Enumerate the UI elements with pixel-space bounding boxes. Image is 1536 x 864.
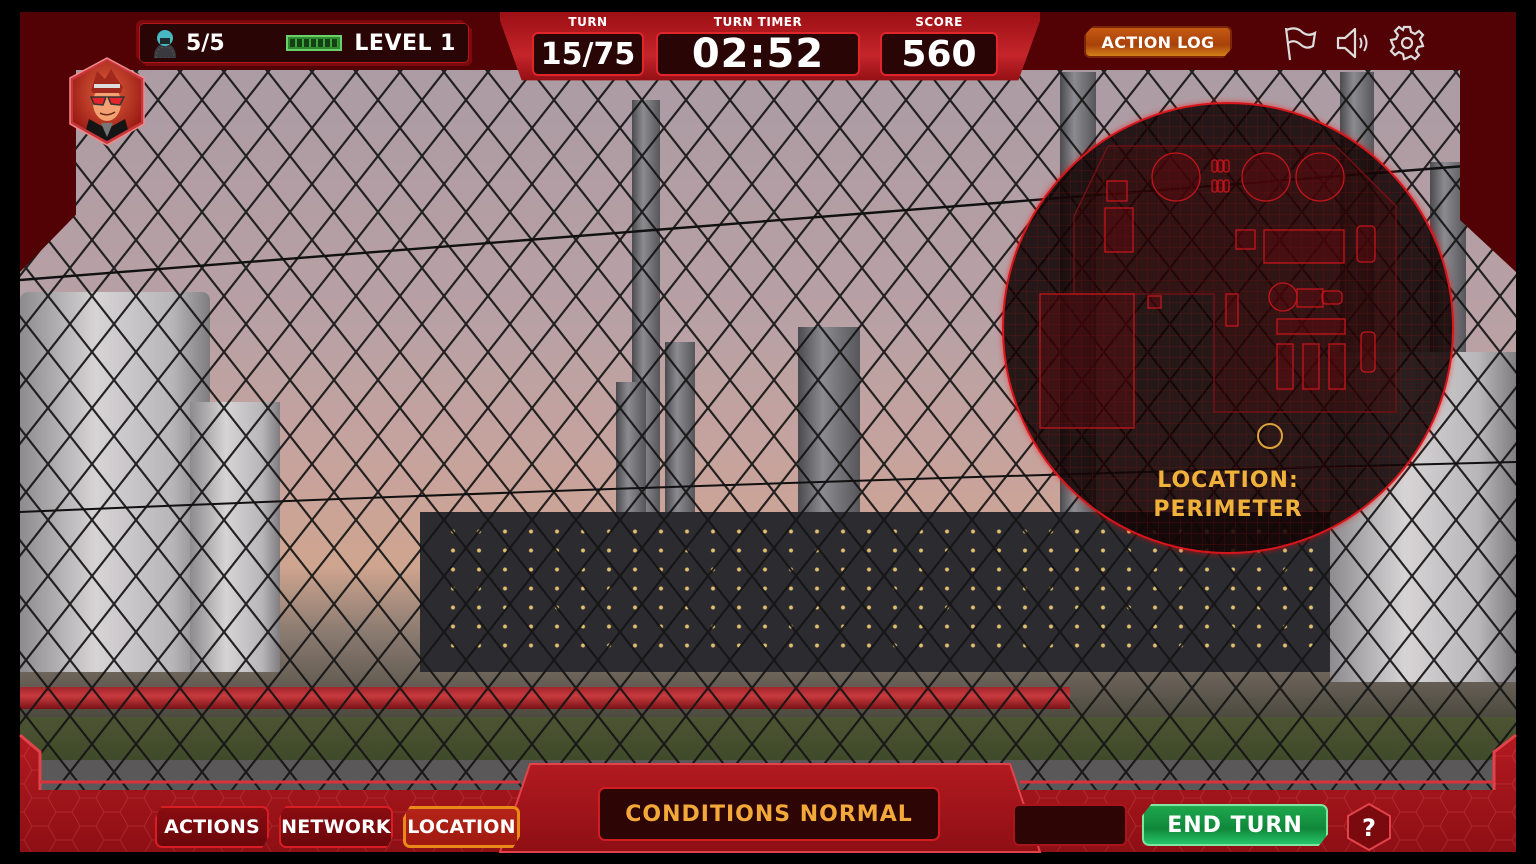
tab-network[interactable]: NETWORK bbox=[279, 806, 393, 848]
gear-icon[interactable] bbox=[1388, 24, 1426, 62]
player-location-marker bbox=[1257, 423, 1283, 449]
tank-marker bbox=[1295, 152, 1345, 202]
location-title-line2: PERIMETER bbox=[1153, 497, 1303, 522]
conditions-status: CONDITIONS NORMAL bbox=[598, 787, 940, 841]
tab-location[interactable]: LOCATION bbox=[403, 806, 520, 848]
speaker-icon[interactable] bbox=[1334, 24, 1372, 62]
room bbox=[1235, 229, 1256, 250]
tank-marker bbox=[1268, 282, 1298, 312]
agents-count: 5/5 bbox=[186, 30, 225, 56]
location-title-line1: LOCATION: bbox=[1157, 468, 1299, 493]
room bbox=[1106, 180, 1128, 202]
score-label: SCORE bbox=[915, 15, 963, 29]
room bbox=[1147, 295, 1162, 309]
location-minimap[interactable]: LOCATION: PERIMETER bbox=[1002, 102, 1454, 554]
flag-icon[interactable] bbox=[1282, 24, 1320, 62]
tank-marker bbox=[1151, 152, 1201, 202]
action-log-button[interactable]: ACTION LOG bbox=[1084, 26, 1232, 58]
level-label: LEVEL 1 bbox=[354, 30, 456, 56]
room bbox=[1328, 343, 1346, 390]
agent-icon bbox=[154, 30, 176, 58]
room bbox=[1276, 343, 1294, 390]
end-turn-button[interactable]: END TURN bbox=[1142, 804, 1328, 846]
tab-actions[interactable]: ACTIONS bbox=[155, 806, 269, 848]
room bbox=[1104, 207, 1134, 253]
timer-label: TURN TIMER bbox=[713, 15, 803, 29]
help-button[interactable]: ? bbox=[1346, 802, 1392, 852]
help-icon: ? bbox=[1362, 814, 1376, 842]
empty-status-slot bbox=[1013, 804, 1127, 846]
stats-panel: 5/5 LEVEL 1 bbox=[136, 20, 472, 66]
room bbox=[1276, 318, 1346, 335]
room-block-large bbox=[1039, 293, 1135, 429]
score-value: 560 bbox=[880, 32, 998, 76]
player-avatar[interactable] bbox=[67, 57, 147, 147]
location-title: LOCATION: PERIMETER bbox=[1004, 466, 1452, 524]
turn-timer: 02:52 bbox=[656, 31, 860, 77]
tank-marker bbox=[1241, 152, 1291, 202]
room bbox=[1225, 293, 1239, 327]
turn-counter: 15/75 bbox=[532, 32, 644, 76]
memory-chip-icon bbox=[286, 35, 343, 51]
turn-label: TURN bbox=[568, 15, 608, 29]
room bbox=[1302, 343, 1320, 390]
room bbox=[1263, 229, 1345, 264]
turn-score-panel: TURN TURN TIMER SCORE 15/75 02:52 560 bbox=[500, 12, 1040, 81]
